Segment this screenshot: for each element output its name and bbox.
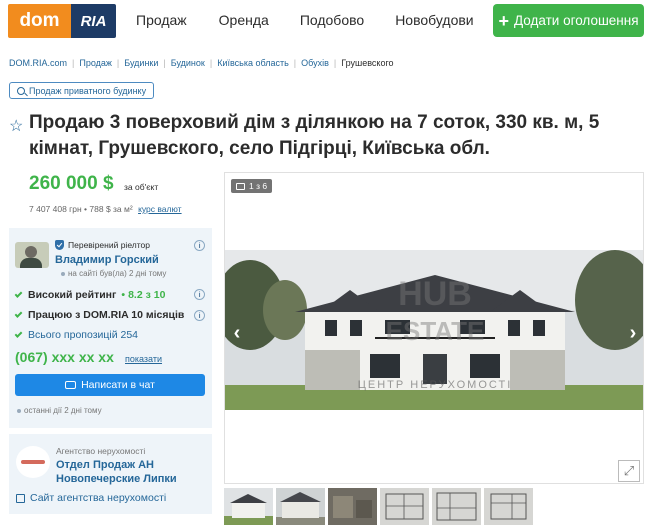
thumbnail-strip <box>224 488 536 525</box>
info-icon[interactable]: i <box>194 310 205 321</box>
thumbnail-5[interactable] <box>432 488 481 525</box>
breadcrumb-separator: | <box>163 58 166 68</box>
site-logo[interactable]: dom RIA <box>8 4 116 38</box>
breadcrumb-separator: | <box>293 58 297 68</box>
thumbnail-2[interactable] <box>276 488 325 525</box>
thumbnail-4[interactable] <box>380 488 429 525</box>
plus-icon: + <box>498 10 509 31</box>
chat-button[interactable]: Написати в чат <box>15 374 205 396</box>
breadcrumb: DOM.RIA.com | Продаж | Будинки | Будинок | К… <box>9 58 394 68</box>
online-text: на сайті був(ла) 2 дні тому <box>68 269 167 278</box>
experience-label: Працюю з DOM.RIA 10 місяців <box>28 309 185 321</box>
seller-card: Перевірений ріелтор i Владимир Горский н… <box>9 228 212 428</box>
offers-link[interactable]: Всього пропозицій 254 <box>28 329 138 341</box>
avatar <box>15 242 49 268</box>
watermark-hub: HUB <box>398 275 472 313</box>
main-nav: Продаж Оренда Подобово Новобудови <box>136 12 514 28</box>
verified-label: Перевірений ріелтор <box>68 240 150 250</box>
prev-photo-button[interactable]: ‹ <box>227 318 247 348</box>
price-main: 260 000 $ <box>29 173 114 194</box>
status-dot-icon <box>61 271 65 276</box>
breadcrumb-separator: | <box>209 58 213 68</box>
check-icon <box>14 309 23 318</box>
currency-rate-link[interactable]: курс валют <box>138 204 182 214</box>
photo-counter: 1 з 6 <box>231 179 273 193</box>
shield-icon <box>55 240 64 250</box>
breadcrumb-sale[interactable]: Продаж <box>79 58 112 68</box>
agency-type: Агентство нерухомості <box>56 446 146 456</box>
seller-name[interactable]: Владимир Горский <box>55 254 159 266</box>
rating-value: 8.2 з 10 <box>128 289 166 301</box>
watermark-subtitle: ЦЕНТР НЕРУХОМОСТІ <box>358 379 513 391</box>
add-listing-button[interactable]: + Додати оголошення <box>493 4 644 37</box>
camera-icon <box>236 182 245 190</box>
logo-ria: RIA <box>71 4 116 38</box>
nav-item-new-buildings[interactable]: Новобудови <box>395 12 473 28</box>
agency-logo <box>16 446 50 478</box>
thumbnail-1[interactable] <box>224 488 273 525</box>
next-photo-button[interactable]: › <box>623 318 643 348</box>
chat-button-label: Написати в чат <box>81 379 155 391</box>
rating-row: Високий рейтинг • 8.2 з 10 <box>14 289 166 301</box>
agency-name[interactable]: Отдел Продаж АН Новопечерские Липки <box>56 458 206 486</box>
price-secondary: 7 407 408 грн • 788 $ за м² курс валют <box>29 204 182 214</box>
agency-card: Агентство нерухомості Отдел Продаж АН Но… <box>9 434 212 514</box>
breadcrumb-house[interactable]: Будинок <box>171 58 205 68</box>
bullet: • <box>121 289 126 301</box>
photo-gallery[interactable]: HUB ESTATE ЦЕНТР НЕРУХОМОСТІ 1 з 6 ‹ › ⤢ <box>224 172 644 484</box>
thumbnail-6[interactable] <box>484 488 533 525</box>
nav-item-rent[interactable]: Оренда <box>219 12 269 28</box>
search-icon <box>17 86 25 95</box>
thumbnail-3[interactable] <box>328 488 377 525</box>
search-chip[interactable]: Продаж приватного будинку <box>9 82 155 99</box>
breadcrumb-home[interactable]: DOM.RIA.com <box>9 58 67 68</box>
external-link-icon <box>16 493 25 503</box>
nav-item-daily[interactable]: Подобово <box>300 12 364 28</box>
show-phone-link[interactable]: показати <box>125 354 162 364</box>
info-icon[interactable]: i <box>194 240 205 251</box>
add-listing-label: Додати оголошення <box>514 13 639 28</box>
rating-label: Високий рейтинг <box>28 289 117 301</box>
photo-counter-text: 1 з 6 <box>249 181 268 191</box>
breadcrumb-separator: | <box>72 58 75 68</box>
house-photo: HUB ESTATE ЦЕНТР НЕРУХОМОСТІ <box>225 250 643 410</box>
verified-badge: Перевірений ріелтор <box>55 240 150 250</box>
breadcrumb-houses[interactable]: Будинки <box>124 58 158 68</box>
fullscreen-icon[interactable]: ⤢ <box>618 460 640 482</box>
agency-site-label: Сайт агентства нерухомості <box>30 492 167 504</box>
search-chip-label: Продаж приватного будинку <box>29 85 147 96</box>
info-icon[interactable]: i <box>194 289 205 300</box>
price-unit: за об'єкт <box>124 182 159 192</box>
breadcrumb-city[interactable]: Обухів <box>301 58 329 68</box>
price-converted: 7 407 408 грн • 788 $ за м² <box>29 204 133 214</box>
status-dot-icon <box>17 408 21 413</box>
nav-item-sale[interactable]: Продаж <box>136 12 187 28</box>
breadcrumb-separator: | <box>333 58 337 68</box>
check-icon <box>14 289 23 298</box>
last-activity: останні дії 2 дні тому <box>17 406 102 415</box>
breadcrumb-street: Грушевского <box>341 58 394 68</box>
check-icon <box>14 329 23 338</box>
agency-site-link[interactable]: Сайт агентства нерухомості <box>16 492 166 504</box>
listing-title: Продаю 3 поверховий дім з ділянкою на 7 … <box>29 112 600 159</box>
phone-number: (067) xxx xx xx <box>15 349 114 365</box>
watermark-estate: ESTATE <box>386 316 485 346</box>
site-header: dom RIA Продаж Оренда Подобово Новобудов… <box>0 0 650 44</box>
chat-icon <box>65 381 77 389</box>
seller-online-status: на сайті був(ла) 2 дні тому <box>61 269 166 278</box>
favorite-star-icon[interactable]: ☆ <box>9 116 23 136</box>
offers-row: Всього пропозицій 254 <box>14 329 138 341</box>
breadcrumb-region[interactable]: Київська область <box>217 58 289 68</box>
breadcrumb-separator: | <box>116 58 120 68</box>
experience-row: Працюю з DOM.RIA 10 місяців <box>14 309 185 321</box>
logo-dom: dom <box>8 4 71 38</box>
last-activity-text: останні дії 2 дні тому <box>24 406 102 415</box>
